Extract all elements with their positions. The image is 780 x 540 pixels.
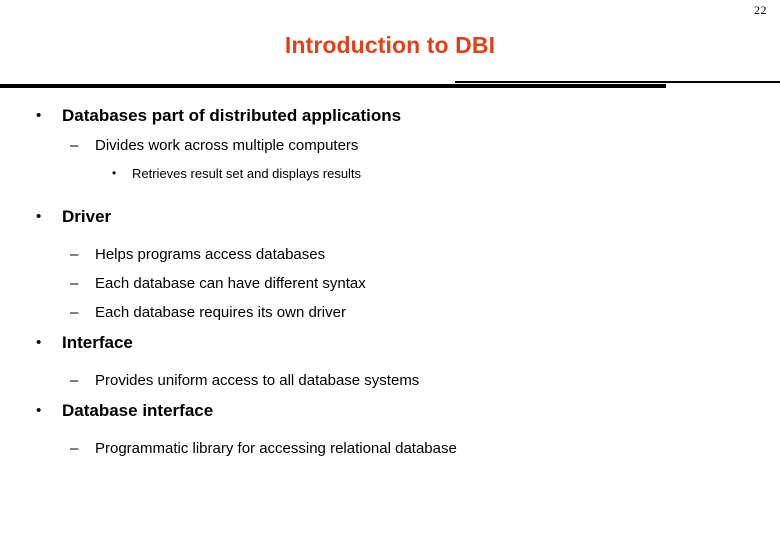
list-item-label: Retrieves result set and displays result… <box>132 166 362 181</box>
list-item-label: Driver <box>62 207 112 226</box>
bullet-level1-icon: • <box>36 208 42 225</box>
slide-canvas: 22 Introduction to DBI • Databases part … <box>0 0 780 540</box>
list-item: – Helps programs access databases <box>0 240 780 269</box>
page-number: 22 <box>754 3 767 17</box>
bullet-level1-icon: • <box>36 402 42 419</box>
list-item: – Each database can have different synta… <box>0 269 780 298</box>
list-item: – Provides uniform access to all databas… <box>0 366 780 395</box>
list-item: – Programmatic library for accessing rel… <box>0 434 780 463</box>
bullet-level2-icon: – <box>70 275 79 292</box>
bullet-level2-icon: – <box>70 246 79 263</box>
list-item-label: Programmatic library for accessing relat… <box>95 440 457 457</box>
list-item: • Driver <box>0 201 780 232</box>
list-item-label: Databases part of distributed applicatio… <box>62 106 402 125</box>
list-item-label: Database interface <box>62 401 214 420</box>
list-item-label: Divides work across multiple computers <box>95 137 359 154</box>
bullet-level3-icon: • <box>112 166 117 180</box>
bullet-level1-icon: • <box>36 107 42 124</box>
bullet-level2-icon: – <box>70 137 79 154</box>
list-item-label: Provides uniform access to all database … <box>95 372 420 389</box>
bullet-level2-icon: – <box>70 304 79 321</box>
bullet-level1-icon: • <box>36 334 42 351</box>
list-item-label: Interface <box>62 333 133 352</box>
list-item-label: Each database requires its own driver <box>95 304 346 321</box>
list-item-label: Each database can have different syntax <box>95 275 366 292</box>
bullet-level2-icon: – <box>70 372 79 389</box>
title-divider-thin <box>455 81 780 83</box>
list-item-label: Helps programs access databases <box>95 246 326 263</box>
list-item: – Each database requires its own driver <box>0 298 780 327</box>
bullet-level2-icon: – <box>70 440 79 457</box>
list-item: • Databases part of distributed applicat… <box>0 100 780 131</box>
list-item: • Retrieves result set and displays resu… <box>0 160 780 187</box>
list-item: – Divides work across multiple computers <box>0 131 780 160</box>
list-item: • Interface <box>0 327 780 358</box>
title-divider-thick <box>0 84 666 88</box>
page-title: Introduction to DBI <box>284 32 496 58</box>
list-item: • Database interface <box>0 395 780 426</box>
bullet-list: • Databases part of distributed applicat… <box>0 100 780 463</box>
